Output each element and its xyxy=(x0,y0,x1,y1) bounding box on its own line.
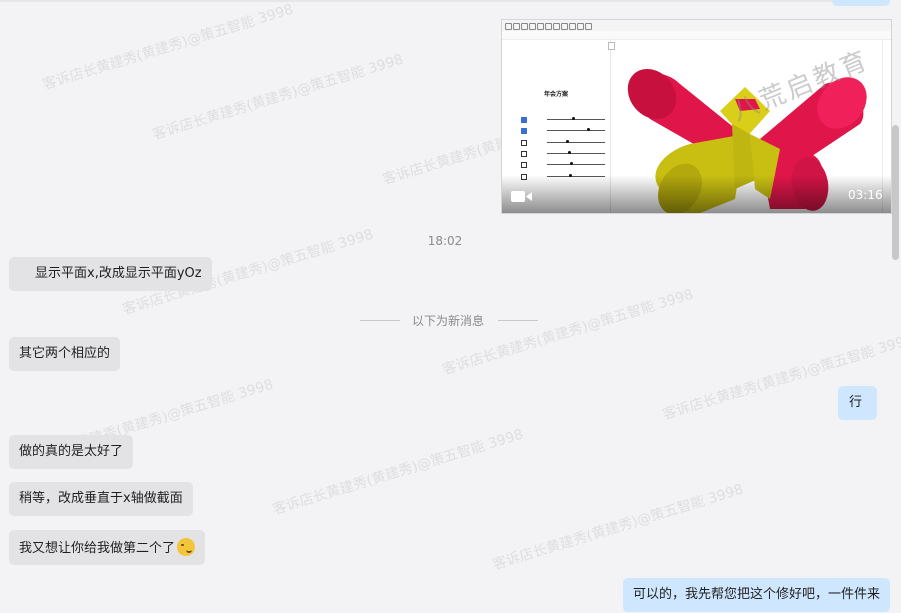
message-text: 做的真的是太好了 xyxy=(19,444,124,459)
slider-checkbox xyxy=(521,117,527,123)
message-bubble[interactable]: 稍等，改成垂直于x轴做截面 xyxy=(9,482,193,516)
slider-checkbox xyxy=(521,151,527,157)
tool-icon xyxy=(545,23,552,30)
video-message[interactable]: 年会方案 八荒启教育 03:16 xyxy=(501,19,892,214)
divider-line xyxy=(498,320,538,321)
slider-track xyxy=(547,130,605,131)
tool-icon xyxy=(585,23,592,30)
message-bubble[interactable]: 其它两个相应的 xyxy=(9,337,121,371)
slider-checkbox xyxy=(521,128,527,134)
slider-track xyxy=(547,142,605,143)
chat-scrollbar[interactable] xyxy=(892,125,899,260)
slider-row xyxy=(521,161,607,169)
slider-checkbox xyxy=(521,162,527,168)
message-text: 显示平面x,改成显示平面yOz xyxy=(35,266,202,281)
tool-icon xyxy=(537,23,544,30)
message-bubble[interactable]: 我又想让你给我做第二个了 xyxy=(9,530,206,565)
slider-track xyxy=(547,153,605,154)
previous-message-bubble[interactable] xyxy=(832,0,890,6)
message-bubble[interactable]: 行 xyxy=(838,386,878,420)
watermark: 客诉店长黄建秀(黄建秀)@策五智能 3998 xyxy=(270,426,526,519)
video-camera-icon xyxy=(511,190,533,207)
watermark: 客诉店长黄建秀(黄建秀)@策五智能 3998 xyxy=(40,1,296,94)
message-text: 我又想让你给我做第二个了 xyxy=(19,541,176,556)
slider-row xyxy=(521,127,607,135)
tool-icon xyxy=(577,23,584,30)
tool-icon xyxy=(561,23,568,30)
slider-row xyxy=(521,116,607,124)
slider-track xyxy=(547,164,605,165)
slider-row xyxy=(521,139,607,147)
message-text: 可以的，我先帮您把这个修好吧，一件件来 xyxy=(633,587,881,602)
message-text: 其它两个相应的 xyxy=(19,346,111,361)
tool-icon xyxy=(505,23,512,30)
slider-row xyxy=(521,150,607,158)
time-separator: 18:02 xyxy=(427,234,463,248)
watermark: 客诉店长黄建秀(黄建秀)@策五智能 3998 xyxy=(150,51,406,144)
message-bubble[interactable]: 做的真的是太好了 xyxy=(9,435,134,469)
message-text: 行 xyxy=(849,395,863,410)
video-duration: 03:16 xyxy=(848,188,883,202)
slider-checkbox xyxy=(521,140,527,146)
tool-icon xyxy=(569,23,576,30)
panel-title: 年会方案 xyxy=(544,91,569,98)
watermark: 客诉店长黄建秀(黄建秀)@策五智能 3998 xyxy=(440,286,696,379)
laughing-emoji-icon xyxy=(177,538,196,556)
message-bubble[interactable]: 显示平面x,改成显示平面yOz xyxy=(9,257,212,291)
watermark: 客诉店长黄建秀(黄建秀)@策五智能 3998 xyxy=(490,481,746,574)
message-bubble[interactable]: 可以的，我先帮您把这个修好吧，一件件来 xyxy=(623,578,891,612)
message-text: 稍等，改成垂直于x轴做截面 xyxy=(19,491,183,506)
slider-track xyxy=(547,119,605,120)
slider-knob xyxy=(586,128,590,131)
tool-icon xyxy=(513,23,520,30)
top-divider xyxy=(0,0,890,2)
divider-line xyxy=(360,320,400,321)
chat-window: 客诉店长黄建秀(黄建秀)@策五智能 3998 客诉店长黄建秀(黄建秀)@策五智能… xyxy=(0,0,901,613)
video-overlay-gradient xyxy=(502,175,891,213)
tool-icon xyxy=(553,23,560,30)
tool-icon xyxy=(521,23,528,30)
new-messages-label: 以下为新消息 xyxy=(412,314,485,328)
new-messages-divider: 以下为新消息 xyxy=(360,312,538,328)
tool-icon xyxy=(529,23,536,30)
